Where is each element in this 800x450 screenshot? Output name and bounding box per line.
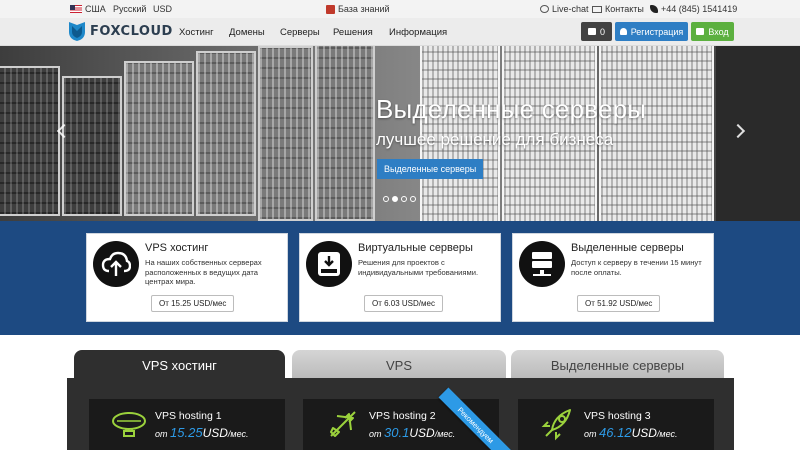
server-rack [0,66,60,216]
server-icon [519,241,565,287]
plan-price: от 30.1USD/мес. [369,425,455,440]
nav-item-information[interactable]: Информация [389,27,447,38]
top-bar: США Русский USD База знаний Live-chat Ко… [0,0,800,18]
plan-price-unit: USD [409,426,435,440]
hero-title: Выделенные серверы [376,94,647,124]
server-rack [315,46,375,221]
hero-cta-button[interactable]: Выделенные серверы [377,159,484,179]
plan-price-value: 15.25 [170,425,203,440]
plan-name: VPS hosting 3 [584,410,651,422]
plan-price-prefix: от [369,429,382,439]
rocket-icon [541,409,571,441]
plan-price-prefix: от [584,429,597,439]
hero-shadow [716,46,800,221]
plan-price: от 46.12USD/мес. [584,425,678,440]
feature-price-button[interactable]: От 15.25 USD/мес [151,295,235,312]
feature-title: Выделенные серверы [571,242,684,254]
feature-price-button[interactable]: От 6.03 USD/мес [364,295,443,312]
country-selector[interactable]: США [70,4,106,14]
feature-card-dedicated-servers[interactable]: Выделенные серверы Доступ к серверу в те… [512,233,714,322]
register-button[interactable]: Регистрация [615,22,688,41]
server-rack [196,51,256,216]
user-icon [619,28,627,35]
feature-card-virtual-servers[interactable]: Виртуальные серверы Решения для проектов… [299,233,501,322]
server-rack [258,46,313,221]
airplane-icon [330,411,356,437]
plan-price-value: 30.1 [384,425,410,440]
nav-item-servers[interactable]: Серверы [280,27,320,38]
slider-dot[interactable] [401,196,407,202]
tab-vps-hosting[interactable]: VPS хостинг [74,350,285,380]
nav-item-hosting[interactable]: Хостинг [179,27,214,38]
plan-name: VPS hosting 1 [155,410,222,422]
envelope-icon [592,5,602,13]
server-rack [599,46,714,221]
chat-icon [540,5,549,13]
feature-description: На наших собственных серверах расположен… [145,258,262,286]
feature-price-button[interactable]: От 51.92 USD/мес [577,295,661,312]
plan-price: от 15.25USD/мес. [155,425,249,440]
phone-number: +44 (845) 1541419 [661,4,738,14]
feature-title: VPS хостинг [145,242,209,254]
hard-drive-icon [306,241,352,287]
hero-slider: Выделенные серверы лучшее решение для би… [0,46,800,221]
login-label: Вход [708,26,729,37]
feature-description: Доступ к серверу в течении 15 минут посл… [571,258,702,277]
plan-price-value: 46.12 [599,425,632,440]
plan-price-prefix: от [155,429,168,439]
logo[interactable]: FOXCLOUD [68,21,173,42]
slider-dot-active[interactable] [392,196,398,202]
slider-dot[interactable] [383,196,389,202]
plan-price-period: /мес. [656,429,678,439]
server-rack [124,61,194,216]
plan-price-unit: USD [631,426,657,440]
cart-icon [587,28,596,35]
feature-title: Виртуальные серверы [358,242,473,254]
contacts-link[interactable]: Контакты [592,4,644,14]
cart-count: 0 [599,26,605,37]
us-flag-icon [70,5,82,13]
hero-subtitle: лучшее решение для бизнеса [376,130,614,149]
knowledge-base-link[interactable]: База знаний [326,4,390,14]
cloud-upload-icon [93,241,139,287]
nav-item-domains[interactable]: Домены [229,27,265,38]
register-label: Регистрация [630,26,684,37]
plan-price-period: /мес. [227,429,249,439]
knowledge-base-label: База знаний [338,4,390,14]
fox-logo-icon [68,21,86,42]
live-chat-link[interactable]: Live-chat [540,4,589,14]
plan-card[interactable]: VPS hosting 3 от 46.12USD/мес. [518,399,714,450]
sign-in-icon [696,28,705,35]
plan-name: VPS hosting 2 [369,410,436,422]
slider-dots [383,196,416,202]
phone-icon [650,5,658,13]
tab-dedicated-servers[interactable]: Выделенные серверы [511,350,724,380]
currency-selector[interactable]: USD [153,4,172,14]
airship-icon [112,412,146,437]
main-navbar: FOXCLOUD Хостинг Домены Серверы Решения … [0,18,800,46]
nav-item-solutions[interactable]: Решения [333,27,373,38]
plan-price-period: /мес. [434,429,456,439]
plan-card[interactable]: VPS hosting 1 от 15.25USD/мес. [89,399,285,450]
phone-link[interactable]: +44 (845) 1541419 [650,4,737,14]
plan-price-unit: USD [202,426,228,440]
book-icon [326,4,335,14]
cart-button[interactable]: 0 [581,22,612,41]
slider-dot[interactable] [410,196,416,202]
tab-vps[interactable]: VPS [292,350,506,380]
logo-text: FOXCLOUD [90,24,173,39]
feature-card-vps[interactable]: VPS хостинг На наших собственных сервера… [86,233,288,322]
live-chat-label: Live-chat [552,4,589,14]
feature-description: Решения для проектов с индивидуальными т… [358,258,479,277]
contacts-label: Контакты [605,4,644,14]
login-button[interactable]: Вход [691,22,734,41]
language-selector[interactable]: Русский [113,4,146,14]
country-label: США [85,4,106,14]
server-rack [62,76,122,216]
